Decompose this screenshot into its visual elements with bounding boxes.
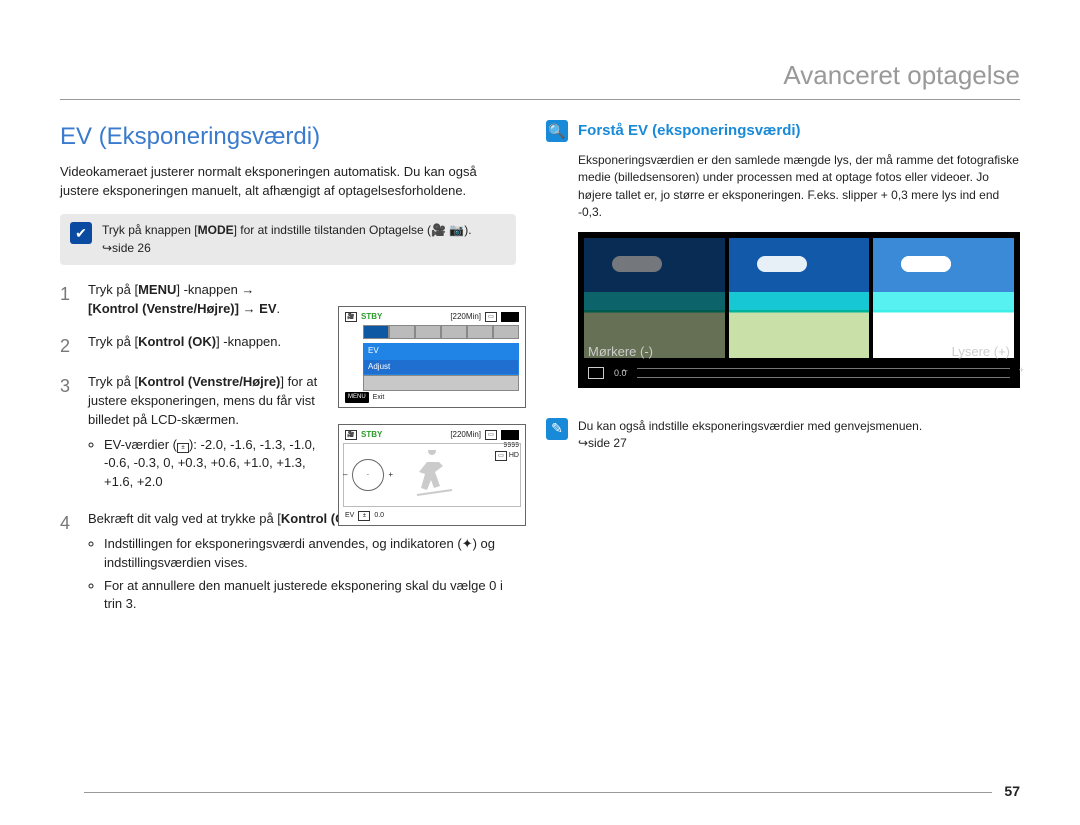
skater-silhouette-icon [407, 450, 457, 500]
ev-values-bullet: EV-værdier (±): -2.0, -1.6, -1.3, -1.0, … [104, 436, 338, 493]
ev-slider-track [637, 368, 1010, 378]
lcd-mockups: 🎥 STBY [220Min] ▭ [338, 306, 530, 542]
tip-text: Du kan også indstille eksponeringsværdie… [578, 419, 922, 433]
tip-block: ✎ Du kan også indstille eksponeringsværd… [546, 418, 1020, 453]
mode-note-box: ✔ Tryk på knappen [MODE] for at indstill… [60, 214, 516, 265]
lcd-screen-adjust: 🎥 STBY [220Min] ▭ 9999 ▭ HD · [338, 424, 526, 526]
ev-icon: ± [177, 443, 189, 453]
stby-label: STBY [361, 429, 382, 441]
right-column: 🔍 Forstå EV (eksponeringsværdi) Eksponer… [546, 120, 1020, 632]
info-icon: 🔍 [546, 120, 568, 142]
step-number: 1 [60, 281, 76, 319]
ev-value-icon: ± [358, 511, 370, 521]
info-text: Eksponeringsværdien er den samlede mængd… [578, 152, 1020, 222]
info-title: Forstå EV (eksponeringsværdi) [578, 120, 801, 142]
step4-bullet-2: For at annullere den manuelt justerede e… [104, 577, 516, 615]
exposure-compare: Mørkere (-) Lysere (+) 0.0 [578, 232, 1020, 388]
info-header: 🔍 Forstå EV (eksponeringsværdi) [546, 120, 1020, 142]
header-title: Avanceret optagelse [783, 60, 1020, 90]
menu-row-ev: EV [363, 343, 519, 359]
light-label: Lysere (+) [952, 343, 1010, 362]
tip-page-ref: ↪side 27 [578, 436, 627, 450]
left-column: EV (Eksponeringsværdi) Videokameraet jus… [60, 120, 516, 632]
menu-row-adjust: Adjust [363, 359, 519, 375]
section-title: EV (Eksponeringsværdi) [60, 120, 516, 155]
ev-indicator-icon [588, 367, 604, 379]
camera-mode-icon: 🎥 [345, 430, 357, 440]
menu-button-label: MENU [345, 392, 369, 403]
intro-text: Videokameraet justerer normalt eksponeri… [60, 163, 516, 201]
dark-label: Mørkere (-) [588, 343, 653, 362]
camera-mode-icon: 🎥 [345, 312, 357, 322]
step-number: 2 [60, 333, 76, 359]
stby-label: STBY [361, 311, 382, 323]
page-header: Avanceret optagelse [60, 60, 1020, 100]
lcd-screen-menu: 🎥 STBY [220Min] ▭ [338, 306, 526, 408]
time-remaining: [220Min] [450, 429, 481, 441]
card-icon: ▭ [485, 430, 497, 440]
card-icon: ▭ [485, 312, 497, 322]
exit-label: Exit [373, 393, 385, 403]
step-number: 3 [60, 373, 76, 496]
menu-row-empty [363, 375, 519, 391]
ev-value: 0.0 [374, 511, 384, 521]
step-number: 4 [60, 510, 76, 618]
time-remaining: [220Min] [450, 311, 481, 323]
note-icon: ✎ [546, 418, 568, 440]
ev-label: EV [345, 511, 354, 521]
ev-nav-control-icon: · [352, 459, 384, 491]
mode-note-text: Tryk på knappen [MODE] for at indstille … [102, 222, 506, 257]
battery-icon [501, 430, 519, 440]
checkmark-icon: ✔ [70, 222, 92, 244]
battery-icon [501, 312, 519, 322]
page-number: 57 [1004, 783, 1020, 799]
